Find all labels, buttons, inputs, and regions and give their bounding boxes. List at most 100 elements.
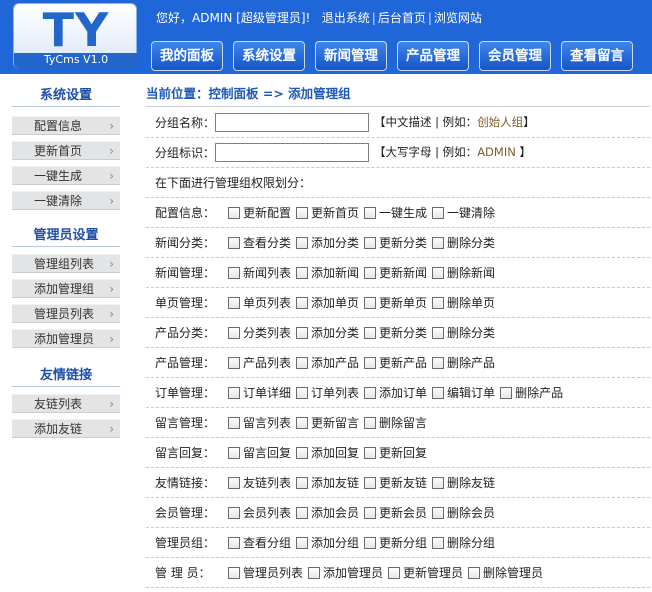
sidebar-item[interactable]: 管理员列表 › [12,304,120,323]
permission-checkbox[interactable] [296,237,309,249]
permission-checkbox[interactable] [432,477,445,489]
permission-option[interactable]: 订单列表 [296,386,359,400]
permission-option[interactable]: 添加新闻 [296,266,359,280]
permission-option[interactable]: 单页列表 [228,296,291,310]
tab-news-management[interactable]: 新闻管理 [315,41,387,71]
permission-checkbox[interactable] [296,207,309,219]
sidebar-item[interactable]: 一键清除 › [12,191,120,210]
permission-checkbox[interactable] [364,477,377,489]
permission-checkbox[interactable] [432,207,445,219]
permission-checkbox[interactable] [432,267,445,279]
permission-option[interactable]: 更新新闻 [364,266,427,280]
sidebar-item[interactable]: 友链列表 › [12,394,120,413]
admin-home-link[interactable]: 后台首页 [378,11,426,25]
permission-checkbox[interactable] [432,297,445,309]
permission-option[interactable]: 更新产品 [364,356,427,370]
permission-checkbox[interactable] [308,567,321,579]
permission-checkbox[interactable] [228,387,240,399]
permission-option[interactable]: 添加回复 [296,446,359,460]
permission-option[interactable]: 更新分类 [364,236,427,250]
permission-checkbox[interactable] [296,477,309,489]
permission-checkbox[interactable] [296,297,309,309]
permission-checkbox[interactable] [296,507,309,519]
permission-option[interactable]: 留言列表 [228,416,291,430]
permission-checkbox[interactable] [364,267,377,279]
permission-checkbox[interactable] [228,357,240,369]
permission-option[interactable]: 更新会员 [364,506,427,520]
sidebar-item[interactable]: 更新首页 › [12,141,120,160]
tab-system-settings[interactable]: 系统设置 [233,41,305,71]
permission-option[interactable]: 更新管理员 [388,566,463,580]
permission-checkbox[interactable] [364,297,377,309]
permission-option[interactable]: 删除新闻 [432,266,495,280]
permission-option[interactable]: 查看分类 [228,236,291,250]
permission-option[interactable]: 更新友链 [364,476,427,490]
permission-option[interactable]: 产品列表 [228,356,291,370]
permission-checkbox[interactable] [228,417,240,429]
permission-option[interactable]: 一键清除 [432,206,495,220]
permission-option[interactable]: 添加分类 [296,236,359,250]
permission-option[interactable]: 添加分组 [296,536,359,550]
tab-member-management[interactable]: 会员管理 [479,41,551,71]
permission-checkbox[interactable] [364,447,377,459]
permission-option[interactable]: 友链列表 [228,476,291,490]
permission-checkbox[interactable] [296,327,309,339]
permission-option[interactable]: 删除会员 [432,506,495,520]
permission-option[interactable]: 添加产品 [296,356,359,370]
permission-option[interactable]: 会员列表 [228,506,291,520]
permission-option[interactable]: 订单详细 [228,386,291,400]
permission-checkbox[interactable] [432,537,445,549]
permission-checkbox[interactable] [364,327,377,339]
permission-checkbox[interactable] [228,237,240,249]
permission-option[interactable]: 留言回复 [228,446,291,460]
permission-option[interactable]: 添加会员 [296,506,359,520]
permission-checkbox[interactable] [228,447,240,459]
permission-checkbox[interactable] [432,357,445,369]
permission-option[interactable]: 添加订单 [364,386,427,400]
permission-checkbox[interactable] [364,207,377,219]
permission-option[interactable]: 更新分组 [364,536,427,550]
tab-view-messages[interactable]: 查看留言 [561,41,633,71]
sidebar-item[interactable]: 添加管理组 › [12,279,120,298]
logo[interactable]: TY TyCms V1.0 [13,3,138,69]
permission-checkbox[interactable] [296,447,309,459]
group-id-input[interactable] [215,143,369,162]
permission-checkbox[interactable] [228,477,240,489]
sidebar-item[interactable]: 添加友链 › [12,419,120,438]
permission-checkbox[interactable] [432,387,445,399]
logout-link[interactable]: 退出系统 [322,11,370,25]
group-name-input[interactable] [215,113,369,132]
permission-option[interactable]: 删除留言 [364,416,427,430]
permission-checkbox[interactable] [468,567,481,579]
sidebar-item[interactable]: 添加管理员 › [12,329,120,348]
permission-option[interactable]: 删除分组 [432,536,495,550]
permission-option[interactable]: 添加单页 [296,296,359,310]
permission-option[interactable]: 更新留言 [296,416,359,430]
permission-checkbox[interactable] [296,537,309,549]
permission-option[interactable]: 新闻列表 [228,266,291,280]
permission-checkbox[interactable] [364,237,377,249]
permission-option[interactable]: 更新单页 [364,296,427,310]
permission-checkbox[interactable] [364,507,377,519]
permission-checkbox[interactable] [228,507,240,519]
permission-option[interactable]: 管理员列表 [228,566,303,580]
permission-checkbox[interactable] [364,357,377,369]
permission-checkbox[interactable] [228,267,240,279]
permission-option[interactable]: 一键生成 [364,206,427,220]
permission-option[interactable]: 删除分类 [432,236,495,250]
permission-checkbox[interactable] [500,387,513,399]
permission-option[interactable]: 查看分组 [228,536,291,550]
permission-option[interactable]: 删除单页 [432,296,495,310]
permission-checkbox[interactable] [228,537,240,549]
permission-checkbox[interactable] [228,567,240,579]
permission-checkbox[interactable] [296,357,309,369]
permission-option[interactable]: 添加管理员 [308,566,383,580]
permission-option[interactable]: 删除分类 [432,326,495,340]
permission-option[interactable]: 添加友链 [296,476,359,490]
permission-option[interactable]: 更新首页 [296,206,359,220]
permission-checkbox[interactable] [296,267,309,279]
permission-option[interactable]: 更新回复 [364,446,427,460]
tab-my-panel[interactable]: 我的面板 [151,41,223,71]
sidebar-item[interactable]: 管理组列表 › [12,254,120,273]
permission-checkbox[interactable] [228,297,240,309]
